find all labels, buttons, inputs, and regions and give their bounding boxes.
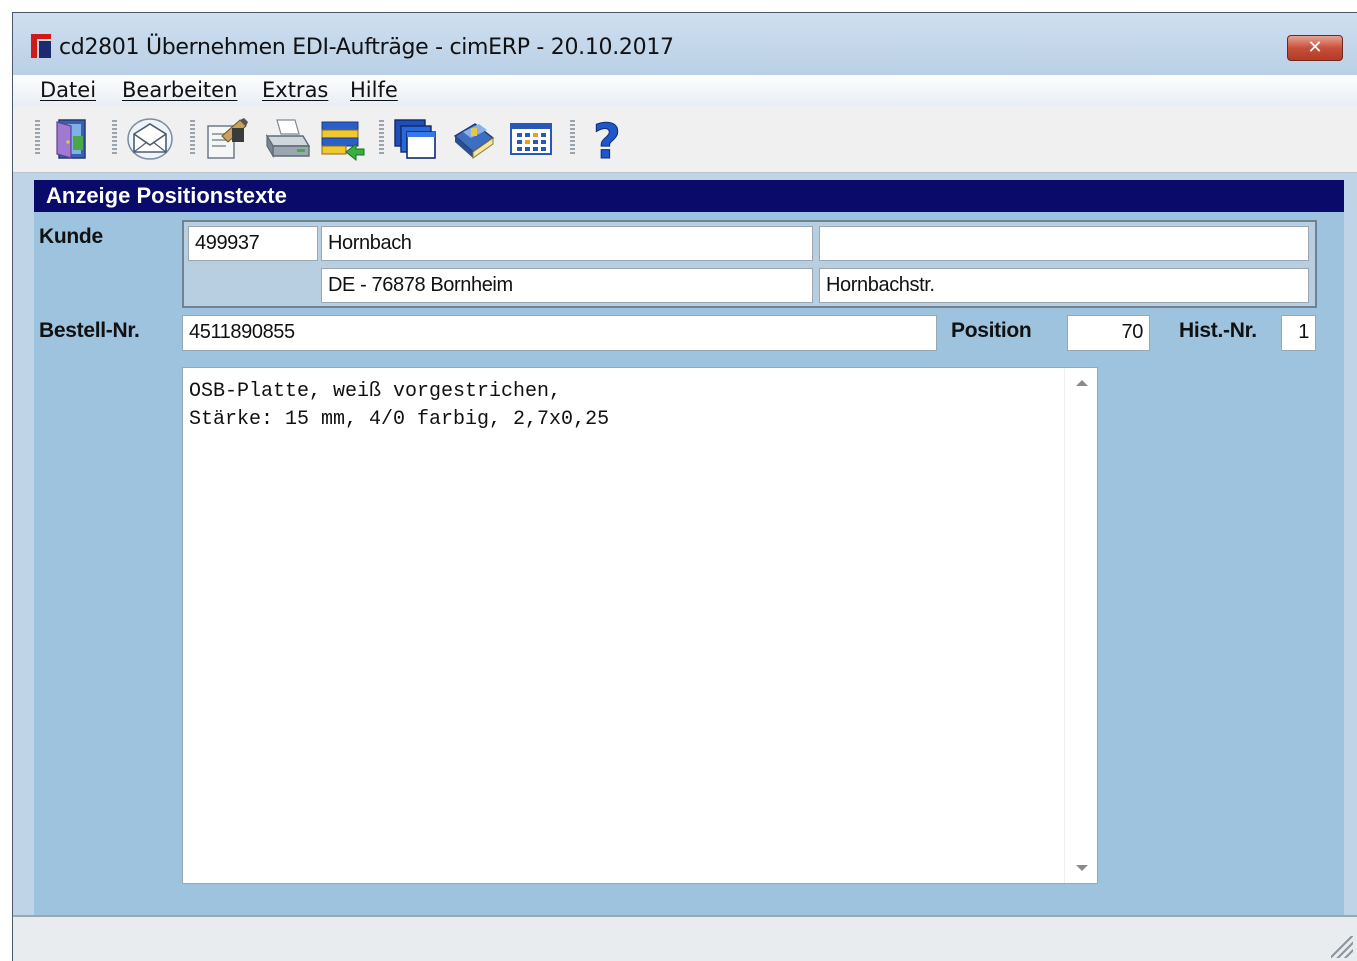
hist-nr-label: Hist.-Nr. [1179, 319, 1257, 342]
title-bar[interactable]: cd2801 Übernehmen EDI-Aufträge - cimERP … [13, 13, 1357, 75]
toolbar-separator [112, 120, 117, 154]
toolbar-separator [379, 120, 384, 154]
windows-icon[interactable] [391, 114, 439, 164]
menu-extras[interactable]: Extras [262, 78, 328, 102]
help-glyph: ? [593, 114, 621, 164]
positionstext-textarea[interactable]: OSB-Platte, weiß vorgestrichen, Stärke: … [182, 367, 1098, 884]
bestell-nr-field[interactable]: 4511890855 [182, 315, 937, 351]
mail-envelope-icon[interactable] [126, 114, 174, 164]
scroll-up-icon[interactable] [1076, 380, 1088, 386]
printer-icon[interactable] [263, 114, 311, 164]
kunde-extra-field[interactable] [819, 226, 1309, 261]
book-icon[interactable] [449, 114, 497, 164]
bestell-nr-label: Bestell-Nr. [39, 319, 140, 342]
kunde-name-field[interactable]: Hornbach [321, 226, 813, 261]
toolbar-separator [570, 120, 575, 154]
window-title: cd2801 Übernehmen EDI-Aufträge - cimERP … [59, 35, 674, 60]
edit-form-icon[interactable] [202, 114, 250, 164]
menu-bearbeiten[interactable]: Bearbeiten [122, 78, 237, 102]
app-logo-icon [31, 34, 51, 58]
app-window: cd2801 Übernehmen EDI-Aufträge - cimERP … [12, 12, 1357, 961]
close-button[interactable]: ✕ [1287, 35, 1343, 61]
kunde-nr-field[interactable]: 499937 [188, 226, 318, 261]
toolbar-separator [190, 120, 195, 154]
exit-door-icon[interactable] [49, 114, 97, 164]
position-label: Position [951, 319, 1032, 342]
positionstext-content[interactable]: OSB-Platte, weiß vorgestrichen, Stärke: … [189, 378, 609, 434]
textarea-scrollbar[interactable] [1064, 368, 1097, 883]
kunde-strasse-field[interactable]: Hornbachstr. [819, 268, 1309, 303]
import-list-icon[interactable] [318, 114, 366, 164]
toolbar-grip[interactable] [35, 120, 40, 154]
menu-datei[interactable]: Datei [40, 78, 96, 102]
status-bar [13, 915, 1357, 961]
kunde-ort-field[interactable]: DE - 76878 Bornheim [321, 268, 813, 303]
toolbar: ? [13, 106, 1357, 173]
section-title: Anzeige Positionstexte [34, 180, 1344, 212]
position-field[interactable]: 70 [1067, 315, 1150, 351]
menu-bar: Datei Bearbeiten Extras Hilfe [13, 75, 1357, 106]
menu-hilfe[interactable]: Hilfe [350, 78, 398, 102]
hist-nr-field[interactable]: 1 [1281, 315, 1316, 351]
grid-calendar-icon[interactable] [507, 114, 555, 164]
resize-grip-icon[interactable] [1331, 936, 1353, 958]
scroll-down-icon[interactable] [1076, 865, 1088, 871]
kunde-label: Kunde [39, 225, 103, 248]
help-icon[interactable]: ? [583, 114, 631, 171]
